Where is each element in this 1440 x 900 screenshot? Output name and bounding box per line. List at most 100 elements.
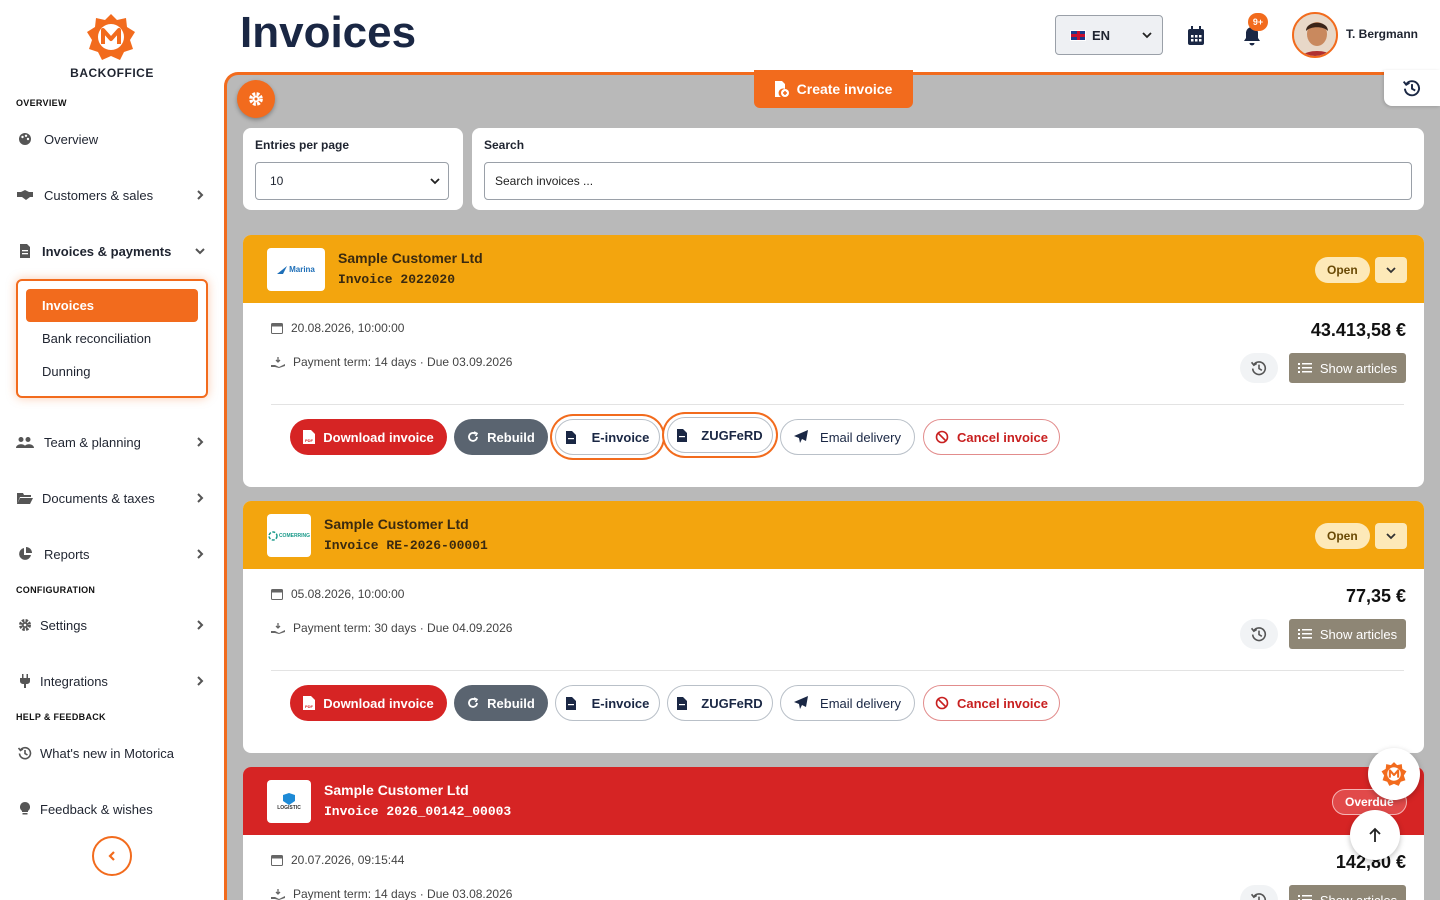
sidebar-subitem-bank-reconciliation[interactable]: Bank reconciliation <box>42 331 151 346</box>
sidebar-item-whats-new[interactable]: What's new in Motorica <box>16 740 212 766</box>
history-icon <box>1251 627 1267 642</box>
language-select[interactable]: EN <box>1055 15 1163 55</box>
refresh-icon <box>468 697 479 708</box>
sidebar-item-feedback[interactable]: Feedback & wishes <box>16 796 212 822</box>
sidebar-item-integrations[interactable]: Integrations <box>16 668 212 694</box>
divider <box>271 404 1404 405</box>
svg-text:PDF: PDF <box>305 704 314 709</box>
history-button[interactable] <box>1384 70 1440 106</box>
motorica-assistant-button[interactable] <box>1368 748 1420 800</box>
search-input[interactable]: Search invoices ... <box>484 162 1412 200</box>
chevron-down-icon <box>430 178 440 185</box>
invoice-date: 20.08.2026, 10:00:00 <box>271 321 404 335</box>
view-settings-button[interactable] <box>237 80 275 118</box>
sidebar-item-label: Reports <box>44 546 90 562</box>
zugferd-button[interactable]: ZUGFeRD <box>667 417 773 453</box>
download-invoice-button[interactable]: PDF Download invoice <box>290 419 447 455</box>
search-filter-card: Search Search invoices ... <box>472 128 1424 210</box>
sidebar-item-documents[interactable]: Documents & taxes <box>16 485 212 511</box>
chevron-right-icon <box>197 437 204 447</box>
invoice-card: Marina Sample Customer Ltd Invoice 20220… <box>243 235 1424 487</box>
customer-name: Sample Customer Ltd <box>324 782 469 798</box>
download-invoice-button[interactable]: PDF Download invoice <box>290 685 447 721</box>
invoice-number: Invoice 2022020 <box>338 272 456 287</box>
invoice-history-button[interactable] <box>1240 619 1278 649</box>
sidebar-item-overview[interactable]: Overview <box>16 126 212 152</box>
file-icon <box>565 696 576 710</box>
payment-term: Payment term: 30 days · Due 04.09.2026 <box>271 621 512 635</box>
e-invoice-button[interactable]: E-invoice <box>555 419 660 455</box>
sidebar-item-invoices-payments[interactable]: Invoices & payments <box>16 238 212 264</box>
invoice-history-button[interactable] <box>1240 885 1278 900</box>
sidebar-item-customers[interactable]: Customers & sales <box>16 182 212 208</box>
sidebar-item-label: What's new in Motorica <box>40 745 174 761</box>
folder-open-icon <box>16 489 34 507</box>
calendar-icon <box>271 323 283 334</box>
user-name[interactable]: T. Bergmann <box>1346 27 1418 41</box>
sidebar-item-settings[interactable]: Settings <box>16 612 212 638</box>
status-badge: Open <box>1315 257 1370 283</box>
motorica-logo-icon[interactable] <box>84 12 138 62</box>
palette-icon <box>16 130 34 148</box>
email-delivery-button[interactable]: Email delivery <box>780 685 915 721</box>
file-icon <box>565 430 576 444</box>
collapse-sidebar-button[interactable] <box>92 836 132 876</box>
chevron-down-icon <box>195 248 205 255</box>
arrow-up-icon <box>1369 827 1381 842</box>
paper-plane-icon <box>794 430 809 443</box>
sidebar-item-reports[interactable]: Reports <box>16 541 212 567</box>
invoice-card-header[interactable]: Marina Sample Customer Ltd Invoice 20220… <box>243 235 1424 303</box>
invoice-date: 20.07.2026, 09:15:44 <box>271 853 404 867</box>
show-articles-button[interactable]: Show articles <box>1289 353 1406 383</box>
avatar[interactable] <box>1292 12 1338 58</box>
ban-icon <box>935 696 949 710</box>
invoice-card: LOGISTIC Sample Customer Ltd Invoice 202… <box>243 767 1424 900</box>
entries-value: 10 <box>270 174 284 188</box>
expand-button[interactable] <box>1375 523 1407 549</box>
notification-badge: 9+ <box>1248 13 1268 31</box>
chevron-right-icon <box>197 493 204 503</box>
invoice-history-button[interactable] <box>1240 353 1278 383</box>
list-icon <box>1297 363 1312 373</box>
chevron-right-icon <box>197 549 204 559</box>
sidebar-subitem-dunning[interactable]: Dunning <box>42 364 90 379</box>
invoice-card-header[interactable]: COMERRING Sample Customer Ltd Invoice RE… <box>243 501 1424 569</box>
pie-chart-icon <box>16 545 34 563</box>
chevron-right-icon <box>197 620 204 630</box>
entries-per-page-select[interactable]: 10 <box>255 162 449 200</box>
sidebar-item-label: Feedback & wishes <box>40 801 153 817</box>
calendar-icon[interactable] <box>1184 24 1208 48</box>
rebuild-button[interactable]: Rebuild <box>454 685 548 721</box>
zugferd-button[interactable]: ZUGFeRD <box>667 685 773 721</box>
page-title: Invoices <box>240 8 417 57</box>
history-icon <box>1403 80 1421 97</box>
status-badge: Open <box>1315 523 1370 549</box>
gear-icon <box>249 92 263 106</box>
rebuild-button[interactable]: Rebuild <box>454 419 548 455</box>
calendar-icon <box>271 589 283 600</box>
invoice-date: 05.08.2026, 10:00:00 <box>271 587 404 601</box>
customer-name: Sample Customer Ltd <box>324 516 469 532</box>
uk-flag-icon <box>1070 29 1086 41</box>
sidebar-item-team[interactable]: Team & planning <box>16 429 212 455</box>
sidebar-item-label: Overview <box>44 131 99 147</box>
expand-button[interactable] <box>1375 257 1407 283</box>
sidebar-subitem-invoices[interactable]: Invoices <box>26 289 198 322</box>
cancel-invoice-button[interactable]: Cancel invoice <box>923 685 1060 721</box>
email-delivery-button[interactable]: Email delivery <box>780 419 915 455</box>
cancel-invoice-button[interactable]: Cancel invoice <box>923 419 1060 455</box>
invoice-card-header[interactable]: LOGISTIC Sample Customer Ltd Invoice 202… <box>243 767 1424 835</box>
scroll-to-top-button[interactable] <box>1350 810 1400 860</box>
plug-icon <box>16 672 34 690</box>
sidebar-item-label: Settings <box>40 617 87 633</box>
show-articles-button[interactable]: Show articles <box>1289 885 1406 900</box>
divider <box>271 670 1404 671</box>
payment-term: Payment term: 14 days · Due 03.09.2026 <box>271 355 512 369</box>
e-invoice-button[interactable]: E-invoice <box>555 685 660 721</box>
sidebar-item-label: Documents & taxes <box>42 490 155 506</box>
entries-label: Entries per page <box>255 138 350 152</box>
show-articles-button[interactable]: Show articles <box>1289 619 1406 649</box>
create-invoice-button[interactable]: Create invoice <box>754 70 913 108</box>
svg-text:PDF: PDF <box>305 438 314 443</box>
customer-logo: Marina <box>267 248 325 291</box>
